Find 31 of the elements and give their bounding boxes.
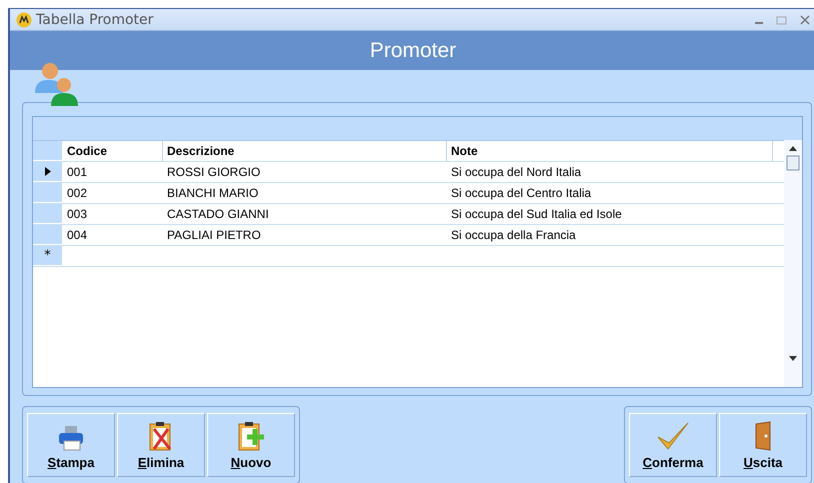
toolbar-button[interactable]: Nuovo [207,413,295,477]
table-cell-text: CASTADO GIANNI [166,206,270,223]
current-row-icon [44,167,50,176]
toolbar-button[interactable]: Uscita [719,413,807,477]
header-title: Promoter [370,38,456,63]
table-cell-text: Si occupa del Sud Italia ed Isole [450,206,623,223]
table-cell-text: ROSSI GIORGIO [166,164,262,181]
table-cell-text: Si occupa della Francia [450,227,577,244]
scrollbar[interactable] [784,140,802,387]
table-cell-text: BIANCHI MARIO [166,185,260,202]
maximize-icon[interactable] [776,14,788,25]
app-logo-icon [16,12,32,28]
table-cell-text: 004 [66,227,88,244]
door-icon [753,421,773,451]
table-cell-text: Si occupa del Centro Italia [450,185,592,202]
clipboard-add-icon [237,421,265,451]
close-icon[interactable] [800,14,810,25]
table-cell-text: 001 [66,164,88,181]
table-cell-text: 002 [66,185,88,202]
clipboard-delete-icon [148,421,174,451]
toolbar-button[interactable]: Elimina [117,413,205,477]
toolbar-button[interactable]: Stampa [27,413,115,477]
window-title: Tabella Promoter [36,12,154,28]
row-indicator[interactable] [33,162,63,182]
table-cell-text: Si occupa del Nord Italia [450,164,582,181]
new-row-marker: * [33,246,63,266]
table-cell-text: 003 [66,206,88,223]
toolbar-button[interactable]: Conferma [629,413,717,477]
checkmark-icon [656,421,690,451]
printer-icon [57,425,85,451]
table-cell-text: PAGLIAI PIETRO [166,227,262,244]
